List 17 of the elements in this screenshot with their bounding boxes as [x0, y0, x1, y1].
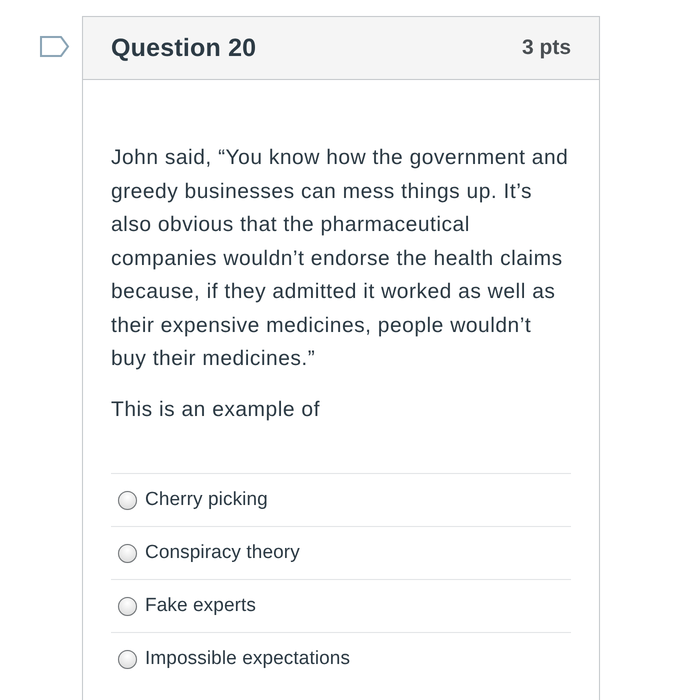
- answer-label: Fake experts: [145, 595, 256, 617]
- answer-label: Cherry picking: [145, 489, 268, 511]
- answer-option[interactable]: Fake experts: [111, 579, 571, 632]
- radio-button[interactable]: [118, 544, 137, 562]
- answer-option[interactable]: Impossible expectations: [111, 632, 571, 685]
- answer-label: Conspiracy theory: [145, 542, 300, 564]
- radio-button[interactable]: [118, 650, 137, 668]
- radio-button[interactable]: [118, 490, 137, 510]
- question-text: This is an example of: [111, 396, 321, 422]
- question-points: 3 pts: [522, 36, 571, 60]
- radio-button[interactable]: [118, 596, 137, 616]
- answer-label: Impossible expectations: [145, 648, 350, 670]
- question-text: John said, “You know how the government and greedy businesses can mess things up. It’s also obvious that the pharmaceutical companies wouldn’t endorse the health claims because, if they admitted it worked as well as their expensive medicines, people wouldn’t buy their medicines.”: [111, 145, 570, 372]
- flag-icon[interactable]: [40, 36, 70, 57]
- question-title: Question 20: [111, 34, 256, 62]
- answer-option[interactable]: Conspiracy theory: [111, 526, 571, 579]
- answer-option[interactable]: Cherry picking: [111, 473, 571, 526]
